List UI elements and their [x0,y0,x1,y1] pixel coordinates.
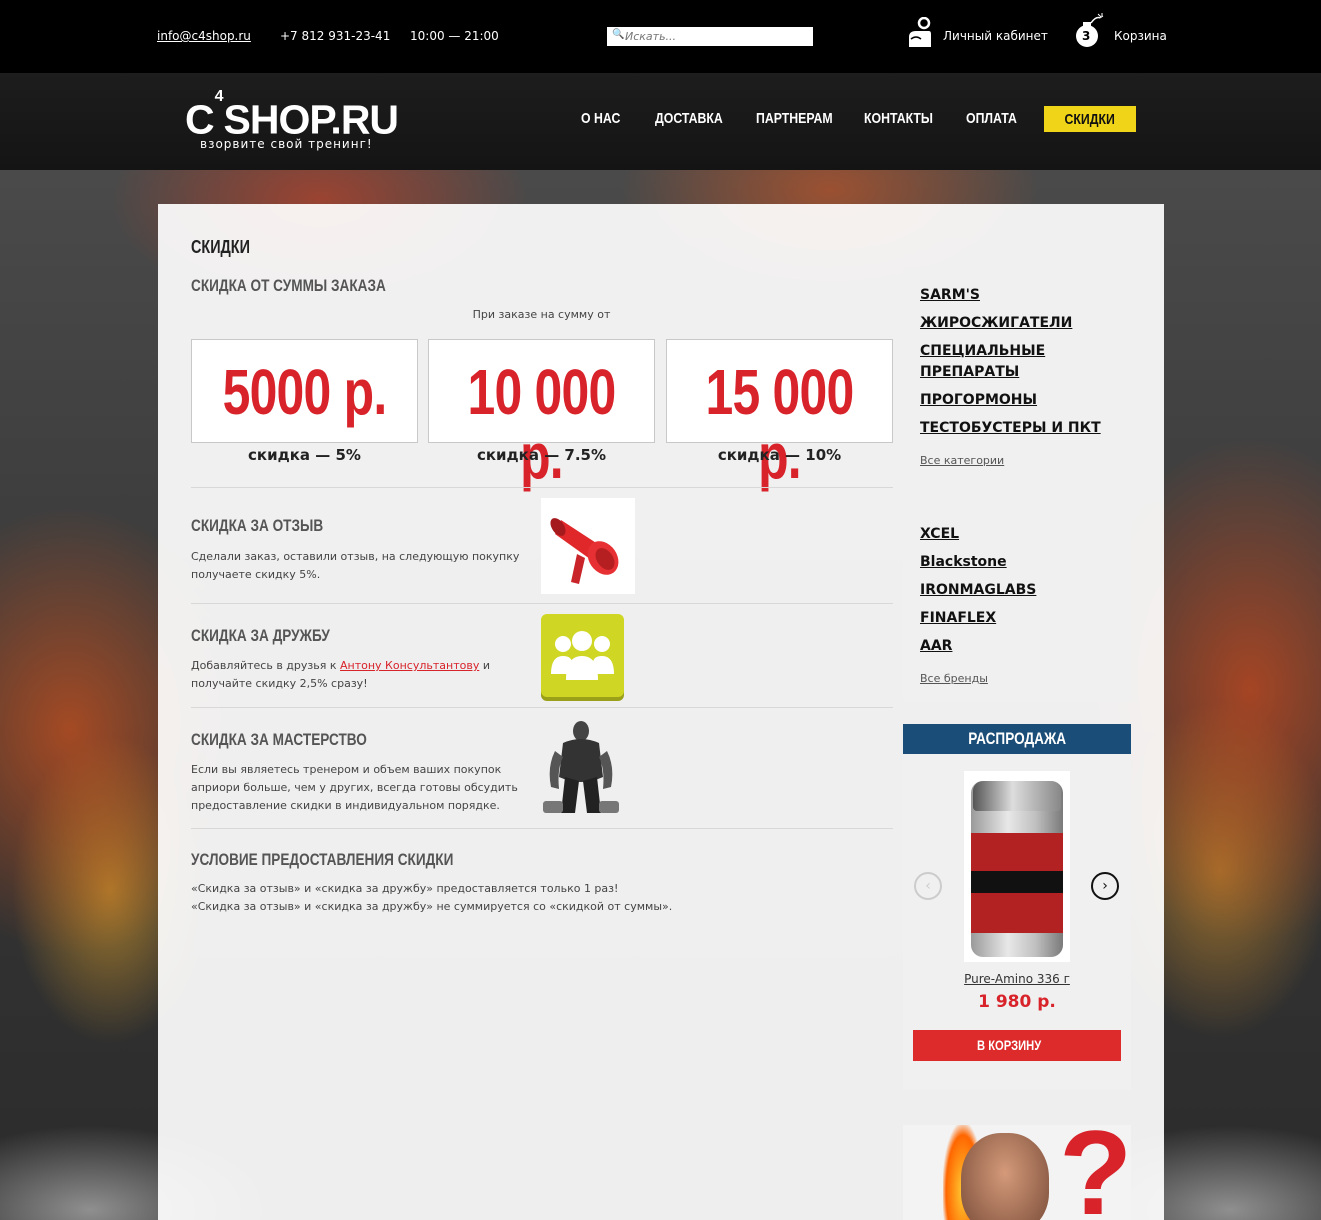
sum-intro: При заказе на сумму от [472,308,611,321]
tier-discount: скидка — 5% [248,446,361,464]
main-header: C4SHOP.RU взорвите свой тренинг! О НАС Д… [0,73,1321,170]
tier-box-2: 10 000 р. [428,339,655,488]
all-brands-link[interactable]: Все бренды [920,672,988,685]
nav-contacts[interactable]: КОНТАКТЫ [864,106,933,132]
nav-payment[interactable]: ОПЛАТА [966,106,1017,132]
nav-about[interactable]: О НАС [581,106,620,132]
search-input[interactable] [607,27,813,46]
review-text-line: получаете скидку 5%. [191,568,321,581]
nav-delivery[interactable]: ДОСТАВКА [655,106,723,132]
friends-icon [541,614,624,697]
all-categories-link[interactable]: Все категории [920,454,1004,467]
phone-number: +7 812 931-23-41 [280,29,391,43]
conditions-line: «Скидка за отзыв» и «скидка за дружбу» н… [191,900,673,913]
arrow-left-icon[interactable]: ‹ [914,872,942,900]
divider [191,828,893,829]
jar-cap [973,781,1061,811]
logo-text: SHOP.RU [223,96,400,143]
athlete-image [541,717,621,819]
friendship-text-line: Добавляйтесь в друзья к Антону Консульта… [191,657,490,675]
megaphone-icon [541,498,635,594]
tier-box-1: 5000 р. [191,339,418,443]
friendship-text: Добавляйтесь в друзья к Антону Консульта… [191,657,490,693]
divider [191,707,893,708]
product-price: 1 980 р. [978,992,1056,1012]
friendship-text-line: получайте скидку 2,5% сразу! [191,677,368,690]
category-link[interactable]: ПРОГОРМОНЫ [920,390,1037,411]
page-title: СКИДКИ [191,237,250,257]
tier-amount: 15 000 р. [705,356,854,492]
friendship-heading: СКИДКА ЗА ДРУЖБУ [191,626,330,645]
nav-partners[interactable]: ПАРТНЕРАМ [756,106,833,132]
category-link[interactable]: SARM'S [920,285,980,306]
cart-link[interactable]: Корзина [1114,29,1167,43]
email-link[interactable]: info@c4shop.ru [157,29,251,43]
brands-box: XCEL Blackstone IRONMAGLABS FINAFLEX AAR… [903,506,1131,702]
divider [191,603,893,604]
mastery-text-line: Если вы являетесь тренером и объем ваших… [191,763,502,776]
logo[interactable]: C4SHOP.RU [185,88,400,143]
logo-c: C [185,96,215,143]
categories-box: SARM'S ЖИРОСЖИГАТЕЛИ СПЕЦИАЛЬНЫЕ ПРЕПАРА… [903,267,1131,486]
mastery-text-line: предоставление скидки в индивидуальном п… [191,799,500,812]
mastery-text: Если вы являетесь тренером и объем ваших… [191,761,518,815]
logo-tagline: взорвите свой тренинг! [200,137,373,151]
mastery-text-line: априори больше, чем у других, всегда гот… [191,781,518,794]
tier-box-3: 15 000 р. [666,339,893,488]
content-panel: СКИДКИ СКИДКА ОТ СУММЫ ЗАКАЗА При заказе… [158,204,1164,1220]
promo-face [961,1133,1049,1220]
consultant-link[interactable]: Антону Консультантову [340,659,479,672]
top-bar: info@c4shop.ru +7 812 931-23-41 10:00 — … [0,0,1321,73]
category-link[interactable]: СПЕЦИАЛЬНЫЕ [920,341,1045,362]
sale-carousel: ‹ › Pure-Amino 336 г 1 980 р. В КОРЗИНУ [903,754,1131,1090]
conditions-line: «Скидка за отзыв» и «скидка за дружбу» п… [191,882,619,895]
jar-label-band [971,871,1063,893]
tier-discount: скидка — 7.5% [476,446,607,464]
product-jar [971,781,1063,957]
question-mark: ? [1059,1125,1131,1220]
tier-discount: скидка — 10% [717,446,842,464]
cart-count: 3 [1082,29,1091,43]
working-hours: 10:00 — 21:00 [410,29,499,43]
add-to-cart-button[interactable]: В КОРЗИНУ [913,1030,1121,1061]
logo-sup: 4 [214,88,224,105]
category-link[interactable]: ТЕСТОБУСТЕРЫ И ПКТ [920,418,1101,439]
product-image[interactable] [964,771,1070,962]
brand-link[interactable]: XCEL [920,524,959,545]
friendship-text-before: Добавляйтесь в друзья к [191,659,340,672]
account-link[interactable]: Личный кабинет [943,29,1048,43]
brand-link[interactable]: Blackstone [920,552,1007,573]
jar-label [971,833,1063,933]
friendship-text-after: и [479,659,490,672]
conditions-heading: УСЛОВИЕ ПРЕДОСТАВЛЕНИЯ СКИДКИ [191,850,454,869]
nav-discounts[interactable]: СКИДКИ [1044,106,1136,132]
brand-link[interactable]: FINAFLEX [920,608,996,629]
tier-amount: 10 000 р. [467,356,616,492]
tier-amount: 5000 р. [222,356,388,428]
brand-link[interactable]: IRONMAGLABS [920,580,1036,601]
review-heading: СКИДКА ЗА ОТЗЫВ [191,516,324,535]
category-link[interactable]: ЖИРОСЖИГАТЕЛИ [920,313,1072,334]
review-text-line: Сделали заказ, оставили отзыв, на следую… [191,550,520,563]
mastery-heading: СКИДКА ЗА МАСТЕРСТВО [191,730,367,749]
brand-link[interactable]: AAR [920,636,952,657]
account-icon[interactable] [907,17,933,49]
promo-banner[interactable]: ? [903,1125,1131,1220]
divider [191,487,893,488]
sum-discount-heading: СКИДКА ОТ СУММЫ ЗАКАЗА [191,276,386,295]
product-name[interactable]: Pure-Amino 336 г [903,972,1131,986]
review-text: Сделали заказ, оставили отзыв, на следую… [191,548,519,584]
conditions-text: «Скидка за отзыв» и «скидка за дружбу» п… [191,880,672,916]
category-link[interactable]: ПРЕПАРАТЫ [920,362,1019,383]
nav-discounts-label: СКИДКИ [1064,111,1116,128]
sale-heading: РАСПРОДАЖА [903,724,1131,754]
arrow-right-icon[interactable]: › [1091,872,1119,900]
search-icon[interactable]: 🔍 [612,29,624,40]
